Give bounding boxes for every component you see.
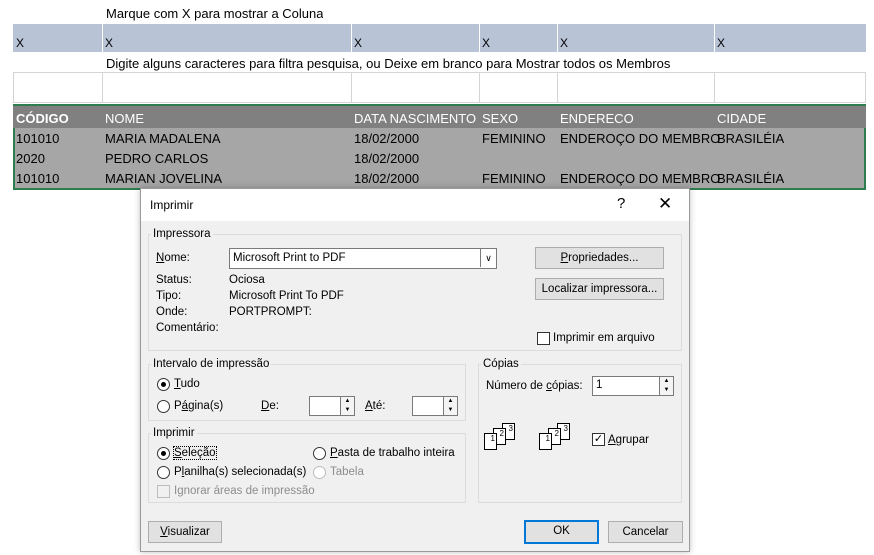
table-radio (313, 466, 326, 479)
collate-label[interactable]: Agrupar (608, 434, 649, 446)
instruction-show-columns[interactable]: Marque com X para mostrar a Coluna (103, 4, 323, 24)
print-to-file-checkbox[interactable] (537, 332, 550, 345)
spin-up-icon[interactable]: ▲ (340, 397, 354, 406)
table-cell[interactable]: MARIAN JOVELINA (105, 169, 222, 189)
copies-count-label: Número de cópias: (486, 380, 583, 392)
range-pages-radio[interactable] (157, 400, 170, 413)
range-to-input[interactable]: ▲ ▼ (412, 396, 458, 416)
selected-sheets-label[interactable]: Planilha(s) selecionada(s) (174, 466, 306, 478)
selected-sheets-radio[interactable] (157, 466, 170, 479)
ignore-areas-label: Ignorar áreas de impressão (174, 485, 315, 497)
x-mark-codigo[interactable]: X (16, 36, 24, 50)
table-cell[interactable]: 101010 (16, 129, 59, 149)
table-cell[interactable]: FEMININO (482, 169, 546, 189)
header-endereco[interactable]: ENDERECO (560, 110, 634, 128)
range-to-label: Até: (365, 400, 386, 412)
x-mark-sexo[interactable]: X (482, 36, 490, 50)
printer-name-label: Nome: (156, 252, 190, 264)
spin-up-icon[interactable]: ▲ (659, 377, 673, 386)
table-cell[interactable]: 18/02/2000 (354, 149, 419, 169)
properties-button[interactable]: Propriedades... (535, 247, 664, 269)
table-label: Tabela (330, 466, 364, 478)
table-cell[interactable]: BRASILÉIA (717, 129, 784, 149)
print-what-label: Imprimir (151, 427, 197, 439)
header-sexo[interactable]: SEXO (482, 110, 518, 128)
cancel-button[interactable]: Cancelar (608, 521, 683, 543)
header-cidade[interactable]: CIDADE (717, 110, 766, 128)
x-mark-data[interactable]: X (354, 36, 362, 50)
spin-down-icon[interactable]: ▼ (659, 386, 673, 395)
table-cell[interactable]: 18/02/2000 (354, 169, 419, 189)
printer-group-label: Impressora (151, 228, 213, 240)
table-cell[interactable]: PEDRO CARLOS (105, 149, 208, 169)
header-codigo[interactable]: CÓDIGO (16, 110, 69, 128)
close-icon[interactable]: ✕ (658, 194, 672, 214)
type-value: Microsoft Print To PDF (229, 290, 344, 302)
table-cell[interactable]: FEMININO (482, 129, 546, 149)
x-mark-nome[interactable]: X (105, 36, 113, 50)
whole-workbook-radio[interactable] (313, 447, 326, 460)
range-pages-label[interactable]: Página(s) (174, 400, 223, 412)
print-dialog: Imprimir ? ✕ Impressora Nome: Microsoft … (140, 188, 690, 552)
header-data-nascimento[interactable]: DATA NASCIMENTO (354, 110, 476, 128)
where-label: Onde: (156, 306, 188, 318)
print-to-file-label[interactable]: Imprimir em arquivo (553, 332, 655, 344)
header-nome[interactable]: NOME (105, 110, 144, 128)
spin-down-icon[interactable]: ▼ (340, 406, 354, 415)
instruction-filter[interactable]: Digite alguns caracteres para filtra pes… (103, 54, 670, 74)
copies-label: Cópias (481, 358, 521, 370)
range-from-label: De: (261, 400, 279, 412)
collate-checkbox[interactable]: ✓ (592, 433, 605, 446)
table-cell[interactable]: ENDEROÇO DO MEMBRO (560, 169, 720, 189)
x-mark-cidade[interactable]: X (717, 36, 725, 50)
table-cell[interactable]: 2020 (16, 149, 45, 169)
ignore-areas-checkbox (157, 485, 170, 498)
table-cell[interactable]: ENDEROÇO DO MEMBRO (560, 129, 720, 149)
range-all-label[interactable]: Tudo (174, 378, 200, 390)
x-mark-endereco[interactable]: X (560, 36, 568, 50)
ok-button[interactable]: OK (524, 520, 599, 544)
table-cell[interactable]: MARIA MADALENA (105, 129, 221, 149)
printer-select-value: Microsoft Print to PDF (233, 252, 346, 264)
dialog-titlebar[interactable]: Imprimir ? ✕ (141, 189, 689, 221)
spin-up-icon[interactable]: ▲ (443, 397, 457, 406)
x-mark-row: X X X X X X (13, 24, 866, 52)
whole-workbook-label[interactable]: Pasta de trabalho inteira (330, 447, 455, 459)
status-value: Ociosa (229, 274, 265, 286)
find-printer-button[interactable]: Localizar impressora... (535, 278, 664, 300)
copies-count-input[interactable]: 1 ▲ ▼ (592, 376, 674, 396)
dialog-title: Imprimir (150, 198, 194, 212)
comment-label: Comentário: (156, 322, 219, 334)
preview-button[interactable]: Visualizar (148, 521, 222, 543)
range-from-input[interactable]: ▲ ▼ (309, 396, 355, 416)
print-range-label: Intervalo de impressão (151, 358, 272, 370)
table-cell[interactable]: 101010 (16, 169, 59, 189)
printer-select[interactable]: Microsoft Print to PDF ∨ (229, 248, 497, 269)
spin-down-icon[interactable]: ▼ (443, 406, 457, 415)
table-cell[interactable]: 18/02/2000 (354, 129, 419, 149)
collate-icon: 3 2 1 (539, 423, 579, 457)
help-icon[interactable]: ? (617, 195, 625, 212)
status-label: Status: (156, 274, 192, 286)
type-label: Tipo: (156, 290, 182, 302)
table-cell[interactable]: BRASILÉIA (717, 169, 784, 189)
range-all-radio[interactable] (157, 378, 170, 391)
selection-label[interactable]: Seleção (173, 446, 217, 460)
chevron-down-icon[interactable]: ∨ (480, 249, 496, 267)
collate-icon: 3 2 1 (484, 423, 524, 457)
selection-radio[interactable] (157, 447, 170, 460)
where-value: PORTPROMPT: (229, 306, 312, 318)
